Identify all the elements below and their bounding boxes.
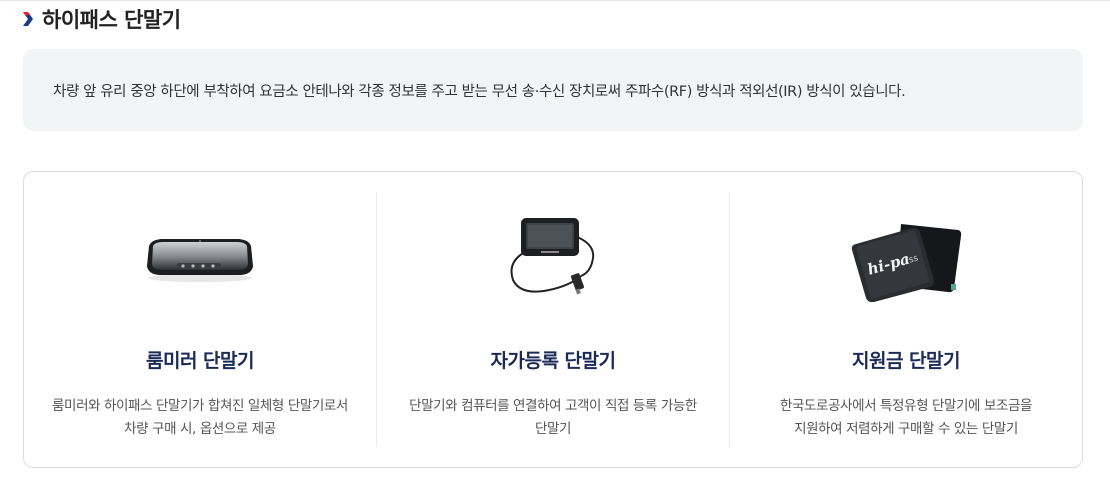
card-description-line: 차량 구매 시, 옵션으로 제공 [124, 421, 276, 437]
card-description: 룸미러와 하이패스 단말기가 합쳐진 일체형 단말기로서 차량 구매 시, 옵션… [40, 395, 360, 441]
card-description-line: 한국도로공사에서 특정유형 단말기에 보조금을 [779, 398, 1033, 414]
card-description-line: 단말기 [534, 421, 572, 437]
card-title: 지원금 단말기 [852, 350, 961, 372]
card-description-line: 룸미러와 하이패스 단말기가 합쳐진 일체형 단말기로서 [52, 398, 348, 414]
hipass-device-icon: hi-pa ss [730, 198, 1082, 322]
card-description: 단말기와 컴퓨터를 연결하여 고객이 직접 등록 가능한 단말기 [393, 395, 713, 441]
description-text: 차량 앞 유리 중앙 하단에 부착하여 요금소 안테나와 각종 정보를 주고 받… [53, 83, 906, 100]
device-card-list: 룸미러 단말기 룸미러와 하이패스 단말기가 합쳐진 일체형 단말기로서 차량 … [23, 171, 1083, 468]
description-box: 차량 앞 유리 중앙 하단에 부착하여 요금소 안테나와 각종 정보를 주고 받… [23, 49, 1083, 131]
card-description: 한국도로공사에서 특정유형 단말기에 보조금을 지원하여 저렴하게 구매할 수 … [746, 395, 1066, 441]
card-title: 자가등록 단말기 [490, 350, 616, 372]
section-header: 하이패스 단말기 [22, 4, 181, 34]
card-description-line: 단말기와 컴퓨터를 연결하여 고객이 직접 등록 가능한 [409, 398, 697, 414]
device-card-subsidy: hi-pa ss 지원금 단말기 한국도로공사에서 특정유형 단말기에 보조금을… [729, 192, 1082, 447]
room-mirror-icon [24, 198, 376, 322]
chevron-right-icon [23, 12, 33, 26]
self-registration-device-icon [377, 198, 729, 322]
card-description-line: 지원하여 저렴하게 구매할 수 있는 단말기 [794, 421, 1018, 437]
card-title: 룸미러 단말기 [146, 350, 255, 372]
device-card-room-mirror: 룸미러 단말기 룸미러와 하이패스 단말기가 합쳐진 일체형 단말기로서 차량 … [24, 192, 376, 447]
section-title: 하이패스 단말기 [42, 8, 181, 32]
top-divider [0, 0, 1110, 1]
device-card-self-registration: 자가등록 단말기 단말기와 컴퓨터를 연결하여 고객이 직접 등록 가능한 단말… [376, 192, 729, 447]
